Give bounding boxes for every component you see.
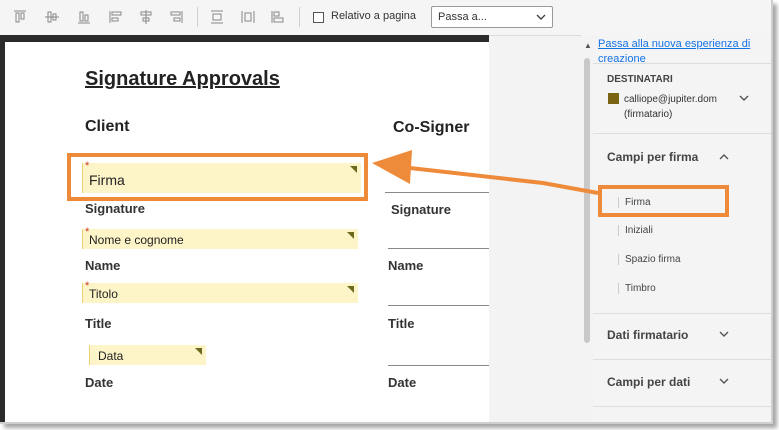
match-size-icon[interactable] (270, 9, 286, 25)
recipient-entry[interactable]: calliope@jupiter.dom (firmatario) (624, 92, 717, 122)
cosigner-name-label: Name (388, 258, 424, 273)
cosigner-date-label: Date (388, 375, 417, 390)
field-corner-marker (347, 232, 354, 239)
scroll-up-arrow-icon[interactable]: ▲ (584, 41, 592, 50)
chevron-up-icon[interactable] (719, 152, 729, 165)
panel-divider (593, 133, 771, 134)
full-name-field-label: Nome e cognome (89, 233, 184, 247)
chevron-down-icon[interactable] (719, 376, 729, 389)
recipient-role: (firmatario) (624, 109, 673, 120)
palette-item-iniziali[interactable]: Iniziali (618, 225, 653, 236)
align-horizontal-center-icon[interactable] (138, 9, 154, 25)
cosigner-title-label: Title (388, 316, 415, 331)
panel-divider (593, 406, 771, 407)
palette-item-spazio-firma[interactable]: Spazio firma (618, 254, 681, 265)
chevron-down-icon (536, 10, 546, 27)
fields-panel: Passa alla nuova esperienza di creazione… (593, 35, 771, 422)
field-corner-marker (347, 286, 354, 293)
cosigner-signature-label: Signature (391, 202, 451, 217)
toolbar-separator (197, 7, 198, 27)
recipient-email: calliope@jupiter.dom (624, 94, 717, 105)
align-vertical-center-icon[interactable] (44, 9, 60, 25)
goto-select-value: Passa a... (438, 11, 487, 23)
date-field[interactable]: Data (89, 345, 206, 365)
highlight-box-panel (598, 185, 729, 217)
client-title-label: Title (85, 316, 112, 331)
cosigner-date-line (388, 365, 489, 366)
title-field-label: Titolo (89, 287, 118, 301)
client-heading: Client (85, 118, 130, 135)
scrollbar-thumb[interactable] (584, 58, 590, 343)
chevron-down-icon[interactable] (739, 93, 749, 106)
distribute-horizontal-icon[interactable] (240, 9, 256, 25)
document-page: Signature Approvals Client Co-Signer * F… (5, 42, 489, 422)
cosigner-name-line (388, 248, 489, 249)
title-field[interactable]: * Titolo (82, 280, 358, 303)
full-name-field[interactable]: * Nome e cognome (82, 226, 358, 249)
recipient-color-swatch (608, 93, 619, 104)
document-title: Signature Approvals (85, 68, 280, 90)
client-date-label: Date (85, 375, 114, 390)
cosigner-signature-line (385, 192, 489, 193)
client-signature-label: Signature (85, 201, 145, 216)
document-canvas: Signature Approvals Client Co-Signer * F… (0, 35, 489, 422)
panel-divider (593, 313, 771, 314)
align-bottom-icon[interactable] (76, 9, 92, 25)
scrollbar[interactable]: ▲ (581, 35, 593, 422)
palette-item-timbro[interactable]: Timbro (618, 283, 656, 294)
client-name-label: Name (85, 258, 121, 273)
panel-divider (593, 63, 771, 64)
highlight-box-document (67, 153, 368, 201)
date-field-label: Data (98, 349, 124, 363)
app-window: Relativo a pagina Passa a... Signature A… (0, 0, 773, 424)
align-left-icon[interactable] (108, 9, 124, 25)
recipients-heading: DESTINATARI (607, 74, 673, 85)
align-top-icon[interactable] (12, 9, 28, 25)
distribute-vertical-icon[interactable] (209, 9, 225, 25)
field-corner-marker (195, 348, 202, 355)
align-right-icon[interactable] (168, 9, 184, 25)
cosigner-heading: Co-Signer (393, 119, 470, 136)
goto-select[interactable]: Passa a... (431, 6, 553, 28)
signer-data-section-title[interactable]: Dati firmatario (607, 328, 688, 342)
toolbar-separator (299, 7, 300, 27)
chevron-down-icon[interactable] (719, 329, 729, 342)
data-fields-section-title[interactable]: Campi per dati (607, 375, 690, 389)
toolbar: Relativo a pagina Passa a... (0, 0, 771, 36)
relative-to-page-label: Relativo a pagina (331, 10, 417, 22)
panel-divider (593, 359, 771, 360)
signature-fields-section-title[interactable]: Campi per firma (607, 150, 698, 164)
relative-to-page-checkbox[interactable] (313, 12, 324, 23)
cosigner-title-line (388, 305, 489, 306)
